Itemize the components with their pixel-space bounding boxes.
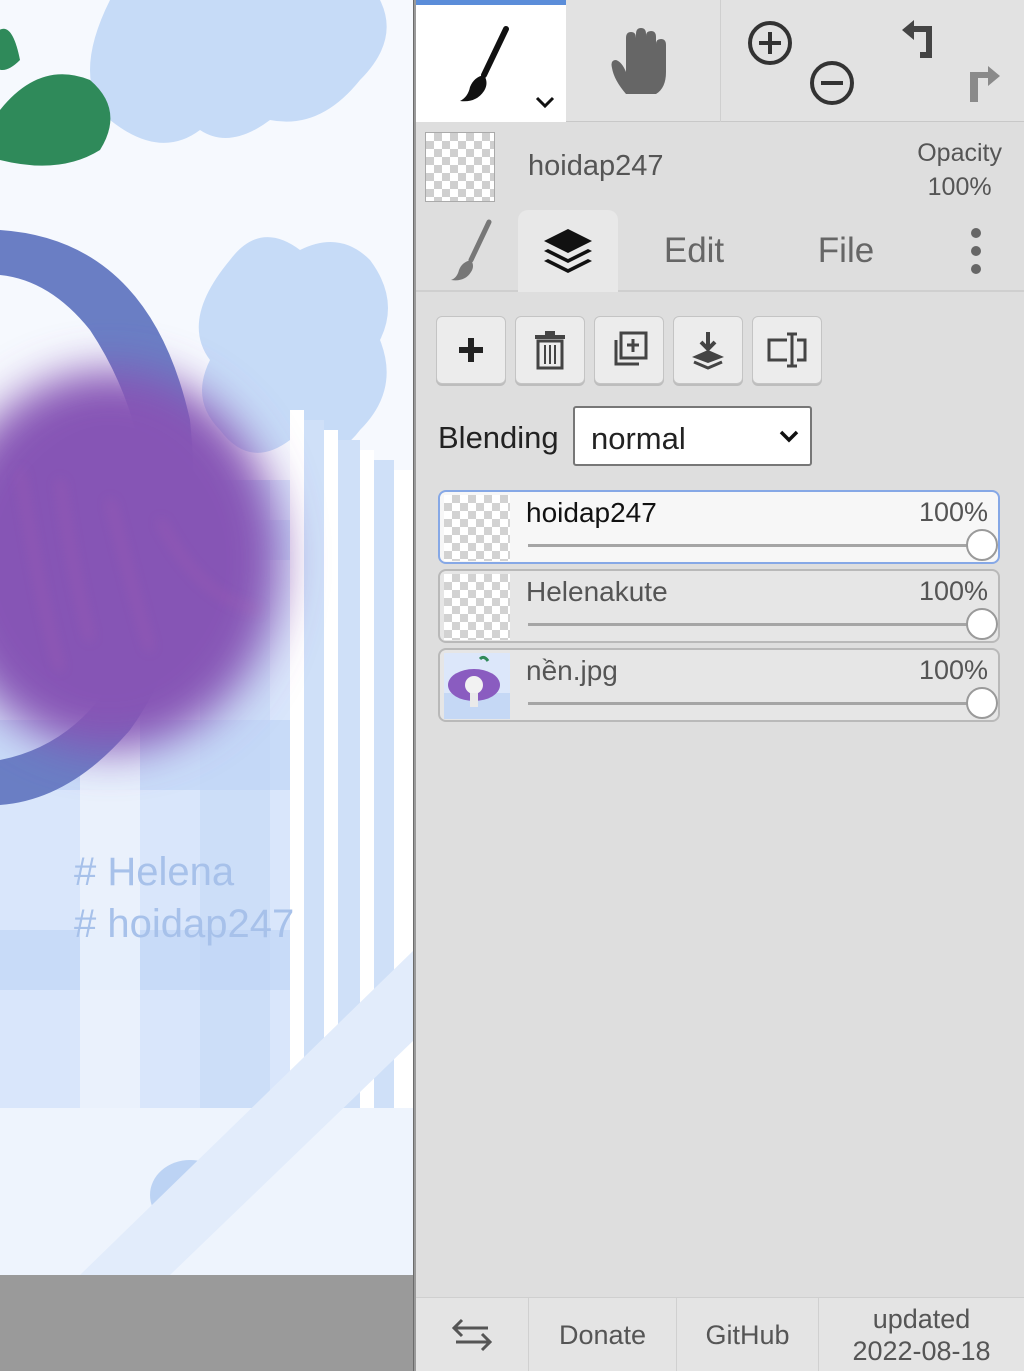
current-layer-thumbnail xyxy=(425,132,495,202)
history-tool-group xyxy=(870,0,1024,122)
merge-down-icon xyxy=(692,332,724,370)
canvas-hashtag-text: # hoidap247 xyxy=(74,902,295,946)
layers-icon xyxy=(544,229,592,273)
undo-icon[interactable] xyxy=(896,18,946,68)
app-window: # Helena # hoidap247 hoidap247 Opacity 1… xyxy=(0,0,1024,1371)
rename-layer-icon xyxy=(767,332,807,368)
layer-opacity-slider[interactable] xyxy=(528,544,978,547)
tab-brush[interactable] xyxy=(426,210,518,292)
layer-thumbnail xyxy=(444,495,510,561)
tab-layers[interactable] xyxy=(518,210,618,292)
canvas-divider xyxy=(413,0,414,1371)
duplicate-layer-button[interactable] xyxy=(594,316,664,384)
blending-mode-select[interactable]: normal xyxy=(573,406,812,466)
tab-edit[interactable]: Edit xyxy=(644,210,744,292)
current-layer-info: hoidap247 Opacity 100% xyxy=(416,122,1024,210)
layer-opacity-value: 100% xyxy=(918,655,988,685)
layer-name: hoidap247 xyxy=(526,497,657,528)
swap-arrows-icon xyxy=(451,1318,493,1352)
layer-name: Helenakute xyxy=(526,576,668,607)
current-layer-name: hoidap247 xyxy=(528,150,664,182)
brush-icon xyxy=(460,26,509,102)
tab-more[interactable] xyxy=(956,210,996,292)
tab-file[interactable]: File xyxy=(801,210,891,292)
layer-thumbnail xyxy=(444,653,510,719)
opacity-label: Opacity xyxy=(917,139,1002,167)
zoom-tool-group xyxy=(720,0,870,122)
blending-mode-value: normal xyxy=(591,421,686,456)
zoom-in-icon[interactable] xyxy=(745,18,795,68)
main-toolbar xyxy=(416,0,1024,122)
brush-icon xyxy=(451,219,492,281)
layer-name: nền.jpg xyxy=(526,655,618,686)
redo-icon[interactable] xyxy=(956,58,1006,108)
more-vertical-icon xyxy=(971,228,981,274)
add-layer-icon xyxy=(459,338,483,362)
layer-opacity-slider-handle[interactable] xyxy=(966,687,998,719)
drawing-canvas[interactable]: # Helena # hoidap247 xyxy=(0,0,414,1371)
chevron-down-icon xyxy=(779,430,799,443)
canvas-hashtag-text: # Helena xyxy=(74,850,235,894)
updated-label: updated xyxy=(872,1304,971,1334)
layer-row[interactable]: Helenakute 100% xyxy=(438,569,1000,643)
delete-layer-button[interactable] xyxy=(515,316,585,384)
zoom-out-icon[interactable] xyxy=(807,58,857,108)
rename-layer-button[interactable] xyxy=(752,316,822,384)
layer-opacity-value: 100% xyxy=(918,576,988,606)
layer-thumbnail xyxy=(444,574,510,640)
updated-info[interactable]: updated 2022-08-18 xyxy=(818,1298,1024,1371)
chevron-down-icon xyxy=(535,96,555,109)
merge-down-button[interactable] xyxy=(673,316,743,384)
panel-tabs: Edit File xyxy=(416,210,1024,292)
blending-label: Blending xyxy=(438,420,559,455)
canvas-artwork[interactable]: # Helena # hoidap247 xyxy=(0,0,414,1275)
side-panel: hoidap247 Opacity 100% Edit File Blendin… xyxy=(416,0,1024,1371)
updated-date: 2022-08-18 xyxy=(852,1336,991,1366)
delete-layer-icon xyxy=(535,331,565,370)
layer-row[interactable]: nền.jpg 100% xyxy=(438,648,1000,722)
layer-opacity-slider-handle[interactable] xyxy=(966,529,998,561)
swap-panel-button[interactable] xyxy=(416,1298,528,1371)
hand-icon xyxy=(611,28,666,94)
add-layer-button[interactable] xyxy=(436,316,506,384)
duplicate-layer-icon xyxy=(614,331,648,366)
donate-link[interactable]: Donate xyxy=(528,1298,676,1371)
brush-tool-button[interactable] xyxy=(416,0,566,122)
layer-opacity-value: 100% xyxy=(918,497,988,527)
panel-footer: Donate GitHub updated 2022-08-18 xyxy=(416,1297,1024,1371)
layer-opacity-slider[interactable] xyxy=(528,702,978,705)
layer-opacity-slider[interactable] xyxy=(528,623,978,626)
hand-tool-button[interactable] xyxy=(566,0,720,122)
layer-opacity-slider-handle[interactable] xyxy=(966,608,998,640)
github-link[interactable]: GitHub xyxy=(676,1298,818,1371)
layer-row[interactable]: hoidap247 100% xyxy=(438,490,1000,564)
current-layer-opacity: Opacity 100% xyxy=(917,136,1002,204)
opacity-value: 100% xyxy=(927,173,992,201)
